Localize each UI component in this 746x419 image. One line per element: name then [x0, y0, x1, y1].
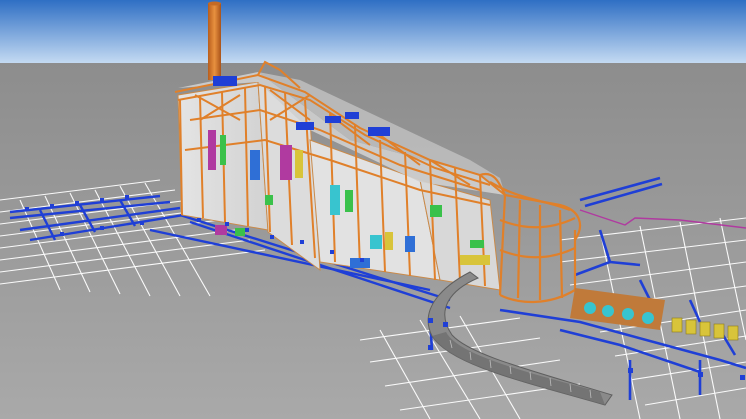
3d-model-viewport[interactable] — [0, 0, 746, 419]
chimney-stack — [208, 3, 221, 80]
sky — [0, 0, 746, 63]
plant-3d-render — [0, 0, 746, 419]
